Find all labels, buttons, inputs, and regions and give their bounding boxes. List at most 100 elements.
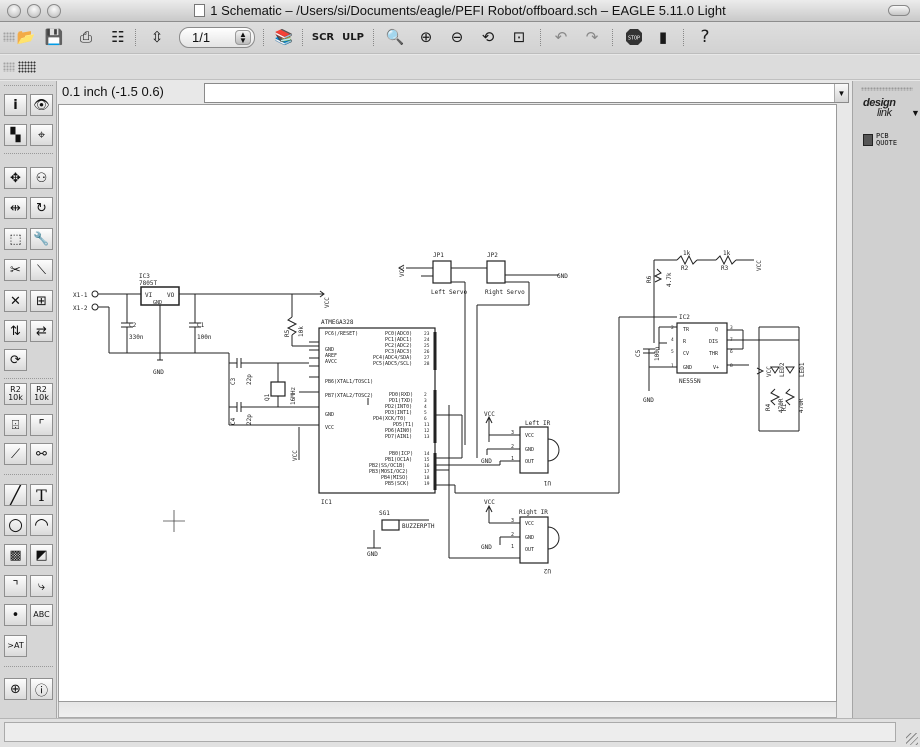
errors-icon[interactable]: ⓘ [30,678,53,700]
wire-icon[interactable]: ╱ [4,484,27,506]
mcu-pin-label: AVCC [325,359,337,365]
sheet-stepper-icon[interactable]: ▲ ▼ [235,30,251,45]
gateswap-icon[interactable]: ⇄ [30,320,53,342]
save-icon[interactable]: 💾 [44,27,64,47]
redraw-icon[interactable]: ⟲ [478,27,498,47]
right-ir-pin: OUT [525,547,534,553]
mcu-pin-number: 3 [424,398,427,404]
r2-value: 1k [683,250,691,257]
split-icon[interactable]: ⟋ [4,443,27,465]
resistor-r3[interactable] [715,254,737,266]
designlink-logo[interactable]: design link [863,98,896,119]
resistor-r4[interactable] [785,388,796,406]
chevron-down-icon[interactable]: ▼ [911,108,920,118]
schematic-canvas[interactable]: X1-1 X1-2 IC3 7805T VI VO GND C2 330n C1… [58,104,837,702]
svg-text:STOP: STOP [628,36,640,42]
command-line-input[interactable] [204,83,849,103]
connector-x1-1[interactable] [91,290,99,298]
display-layers-icon[interactable]: ▚ [4,124,27,146]
change-icon[interactable]: 🔧 [30,228,53,250]
servo-header-jp2[interactable] [486,260,506,284]
attribute-icon[interactable]: >AT [4,635,27,657]
group-icon[interactable]: ⬚ [4,228,27,250]
bus-icon[interactable]: ⌝ [4,575,27,597]
resistor-r6[interactable] [653,268,663,283]
mirror-icon[interactable]: ⇹ [4,197,27,219]
schematic-drawing[interactable]: X1-1 X1-2 IC3 7805T VI VO GND C2 330n C1… [59,105,838,703]
toolbar-grip[interactable] [3,62,15,72]
move-icon[interactable]: ✥ [4,167,27,189]
ic2-pin: Q [715,327,718,333]
resize-grip-icon[interactable] [906,733,918,745]
name-icon[interactable]: R2 10k [4,383,27,405]
polygon-icon[interactable]: ◩ [30,544,53,566]
print-icon[interactable]: ⎙ [76,27,96,47]
mark-icon[interactable]: ⌖ [30,124,53,146]
led1[interactable] [785,366,795,374]
horizontal-scrollbar[interactable] [58,702,837,718]
replace-icon[interactable]: ⟳ [4,349,27,371]
toolbar-separator [302,29,303,46]
go-icon[interactable]: ▮ [653,27,673,47]
cam-processor-icon[interactable]: ☷ [108,27,128,47]
delete-icon[interactable]: ✕ [4,290,27,312]
servo-header-jp1[interactable] [432,260,452,284]
open-icon[interactable]: 📂 [16,27,36,47]
junction-icon[interactable]: • [4,604,27,626]
show-icon[interactable]: 👁 [30,94,53,116]
text-icon[interactable]: T [30,484,53,506]
mcu-name: ATMEGA328 [321,319,354,326]
rotate-icon[interactable]: ↻ [30,197,53,219]
mcu-pin-number: 2 [424,392,427,398]
label-icon[interactable]: ABC [30,604,53,626]
buzzer-sg1[interactable] [381,519,400,531]
mcu-pin-number: 23 [424,331,430,337]
left-ir-pin-number: 3 [511,430,514,436]
zoom-fit-icon[interactable]: 🔍 [385,27,405,47]
zoom-out-icon[interactable]: ⊖ [447,27,467,47]
net-icon[interactable]: ⤷ [30,575,53,597]
jp2-label: Right Servo [485,289,525,296]
toolbar-grip[interactable] [3,32,15,42]
command-history-dropdown[interactable]: ▼ [834,84,848,102]
paste-icon[interactable]: ⟍ [30,259,53,281]
info-icon[interactable]: i [4,94,27,116]
r2-name: R2 [681,265,689,272]
value-icon[interactable]: R2 10k [30,383,53,405]
q1-name: Q1 [264,393,271,401]
cut-icon[interactable]: ✂ [4,259,27,281]
copy-icon[interactable]: ⚇ [30,167,53,189]
add-icon[interactable]: ⊞ [30,290,53,312]
connector-x1-2[interactable] [91,303,99,311]
miter-icon[interactable]: ⌜ [30,414,53,436]
toolbar-toggle-button[interactable] [888,5,910,16]
circle-icon[interactable]: ○ [4,514,27,536]
resistor-r2[interactable] [676,254,698,266]
script-icon[interactable]: SCR [312,27,334,47]
undo-icon[interactable]: ↶ [551,27,571,47]
stop-icon[interactable]: STOP [624,27,644,47]
pinswap-icon[interactable]: ⇅ [4,320,27,342]
gnd-label: GND [557,273,568,280]
toolbar-separator [540,29,541,46]
panel-grip[interactable] [861,87,913,91]
invoke-icon[interactable]: ⚯ [30,443,53,465]
grid-icon[interactable] [18,61,36,73]
crystal-q1[interactable] [270,381,286,397]
zoom-select-icon[interactable]: ⊡ [509,27,529,47]
redo-icon[interactable]: ↷ [582,27,602,47]
board-switch-icon[interactable]: ⇳ [147,27,167,47]
use-library-icon[interactable]: 📚 [274,27,294,47]
pcb-quote-button[interactable]: PCB QUOTE [863,133,897,147]
rect-icon[interactable]: ▩ [4,544,27,566]
help-icon[interactable]: ? [695,27,715,47]
ulp-icon[interactable]: ULP [342,27,364,47]
smash-icon[interactable]: ⌹ [4,414,27,436]
palette-divider [4,153,53,154]
arc-icon[interactable]: ◠ [30,514,53,536]
zoom-in-icon[interactable]: ⊕ [416,27,436,47]
c2-name: C2 [129,322,137,329]
palette-divider [4,474,53,475]
erc-icon[interactable]: ⊕ [4,678,27,700]
sheet-select[interactable]: 1/1 ▲ ▼ [179,27,255,48]
